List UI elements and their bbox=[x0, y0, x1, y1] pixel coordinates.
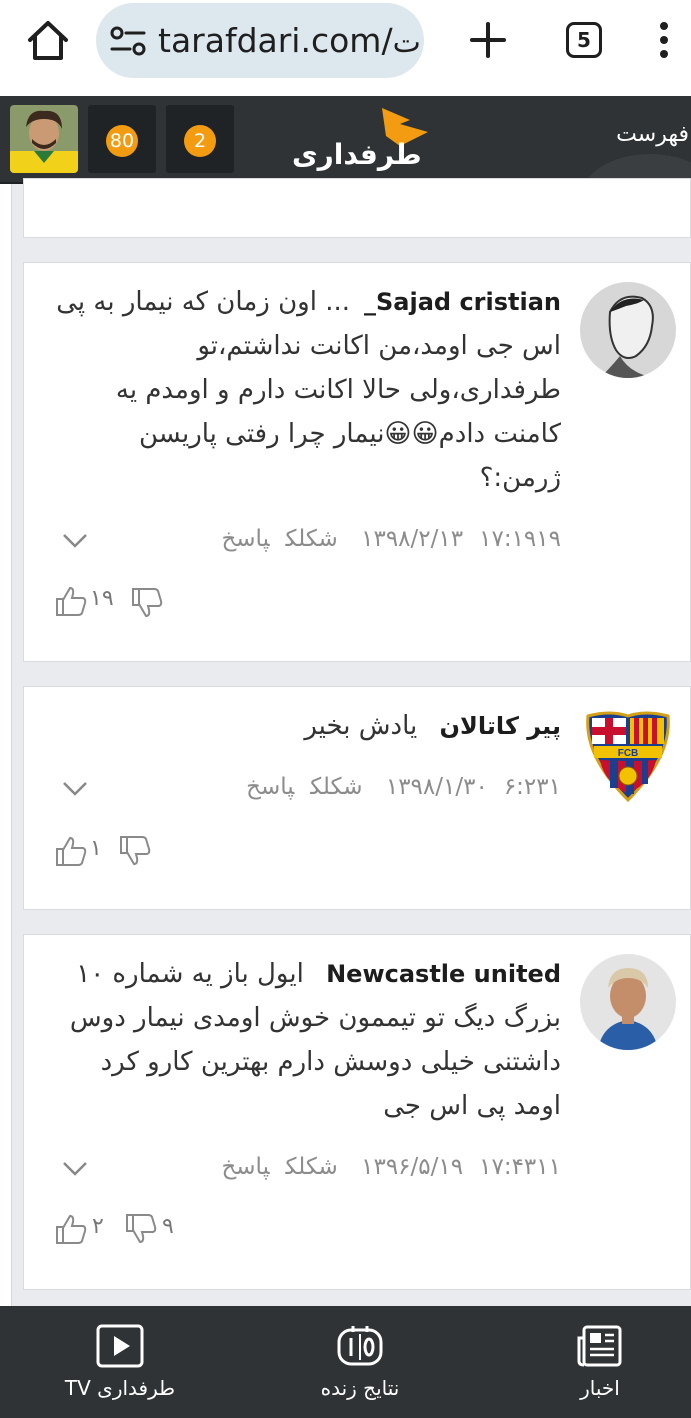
home-icon[interactable] bbox=[22, 18, 74, 62]
scoreboard-icon bbox=[337, 1326, 383, 1366]
comment-body: Sajad cristian_... اون زمان که نیمار به … bbox=[51, 280, 561, 500]
bottom-nav: طرفداری TV نتایج زنده اخبار bbox=[0, 1306, 691, 1418]
points-badge[interactable]: 80 bbox=[88, 105, 156, 173]
menu-button[interactable]: فهرست bbox=[616, 122, 689, 147]
comment-meta: ۱۳۹۸/۲/۱۳ ۱۷:۱۹۱۹ شکلکپاسخ bbox=[205, 526, 561, 552]
comment-time: ۱۷:۱۹ bbox=[479, 526, 537, 552]
upvote-count: ۱ bbox=[90, 836, 102, 861]
address-bar[interactable]: tarafdari.com/ت bbox=[96, 3, 424, 78]
comment-body: پیر کاتالان یادش بخیر bbox=[51, 704, 561, 748]
user-avatar-image bbox=[10, 105, 78, 173]
tab-switcher-button[interactable]: 5 bbox=[566, 22, 602, 58]
upvote-count: ۲ bbox=[92, 1214, 104, 1239]
reply-link[interactable]: پاسخ bbox=[221, 1154, 269, 1180]
comment-date: ۱۳۹۶/۵/۱۹ bbox=[361, 1154, 464, 1180]
upvote-count: ۱۹ bbox=[90, 586, 114, 611]
fcb-crest-icon: FCB bbox=[586, 711, 670, 802]
notification-count: 2 bbox=[184, 125, 216, 157]
comment-body: Newcastle united ایول باز یه شماره ۱۰ بز… bbox=[51, 952, 561, 1128]
comment-text: یادش بخیر bbox=[304, 711, 418, 741]
comment-author[interactable]: Sajad cristian_ bbox=[364, 288, 561, 316]
comment-meta: ۱۳۹۶/۵/۱۹ ۱۷:۴۳۱۱ شکلکپاسخ bbox=[205, 1154, 561, 1180]
url-domain: tarafdari.com/ bbox=[158, 21, 393, 60]
chevron-down-icon[interactable] bbox=[62, 1161, 88, 1177]
thumbs-up-icon[interactable] bbox=[54, 1212, 88, 1246]
nav-label: طرفداری TV bbox=[64, 1376, 176, 1400]
svg-text:FCB: FCB bbox=[618, 748, 639, 759]
play-icon bbox=[96, 1324, 144, 1368]
nav-tarafdari-tv[interactable]: طرفداری TV bbox=[20, 1306, 220, 1418]
notifications-badge[interactable]: 2 bbox=[166, 105, 234, 173]
nav-news[interactable]: اخبار bbox=[500, 1306, 691, 1418]
comment-author[interactable]: پیر کاتالان bbox=[440, 712, 561, 740]
avatar-image bbox=[580, 954, 676, 1050]
thumbs-down-icon[interactable] bbox=[124, 1212, 158, 1246]
chevron-down-icon[interactable] bbox=[62, 781, 88, 797]
comment-date: ۱۳۹۸/۱/۳۰ bbox=[385, 774, 488, 800]
comment-avatar[interactable] bbox=[580, 954, 676, 1050]
comment-time: ۶:۲۳ bbox=[503, 774, 549, 800]
new-tab-icon[interactable] bbox=[466, 18, 510, 62]
url-text: tarafdari.com/ت bbox=[158, 21, 421, 60]
nav-live-scores[interactable]: نتایج زنده bbox=[260, 1306, 460, 1418]
site-settings-icon[interactable] bbox=[110, 25, 146, 57]
chevron-down-icon[interactable] bbox=[62, 533, 88, 549]
thumbs-up-icon[interactable] bbox=[54, 584, 88, 618]
points-count: 80 bbox=[106, 125, 138, 157]
comment-time: ۱۷:۴۳ bbox=[479, 1154, 537, 1180]
author-ellipsis: ... bbox=[325, 287, 350, 317]
comment-date: ۱۳۹۸/۲/۱۳ bbox=[361, 526, 464, 552]
thumbs-down-icon[interactable] bbox=[118, 834, 152, 868]
thumbs-up-icon[interactable] bbox=[54, 834, 88, 868]
page: tarafdari.com/ت 5 80 2 طرفداری فهرست Saj… bbox=[0, 0, 691, 1418]
browser-toolbar: tarafdari.com/ت 5 bbox=[0, 0, 691, 96]
reply-link[interactable]: پاسخ bbox=[246, 774, 294, 800]
site-logo-text[interactable]: طرفداری bbox=[292, 138, 422, 171]
more-options-icon[interactable] bbox=[652, 18, 676, 62]
comment-author[interactable]: Newcastle united bbox=[326, 960, 561, 988]
nav-label: اخبار bbox=[580, 1376, 620, 1400]
comment-text: اون زمان که نیمار به پی اس جی اومد،من اک… bbox=[56, 287, 561, 493]
downvote-count: ۹ bbox=[162, 1214, 174, 1239]
reply-link[interactable]: پاسخ bbox=[221, 526, 269, 552]
nav-label: نتایج زنده bbox=[320, 1376, 400, 1400]
url-suffix: ت bbox=[392, 25, 421, 60]
newspaper-icon bbox=[577, 1325, 622, 1367]
avatar-image bbox=[580, 282, 676, 378]
thumbs-down-icon[interactable] bbox=[130, 586, 164, 620]
comment-avatar[interactable] bbox=[580, 282, 676, 378]
comment-meta: ۱۳۹۸/۱/۳۰ ۶:۲۳۱ شکلکپاسخ bbox=[230, 774, 561, 800]
comment-avatar[interactable]: FCB bbox=[580, 706, 676, 802]
user-avatar[interactable] bbox=[10, 105, 78, 173]
previous-comment-card bbox=[23, 178, 691, 238]
left-rail bbox=[0, 184, 12, 1306]
